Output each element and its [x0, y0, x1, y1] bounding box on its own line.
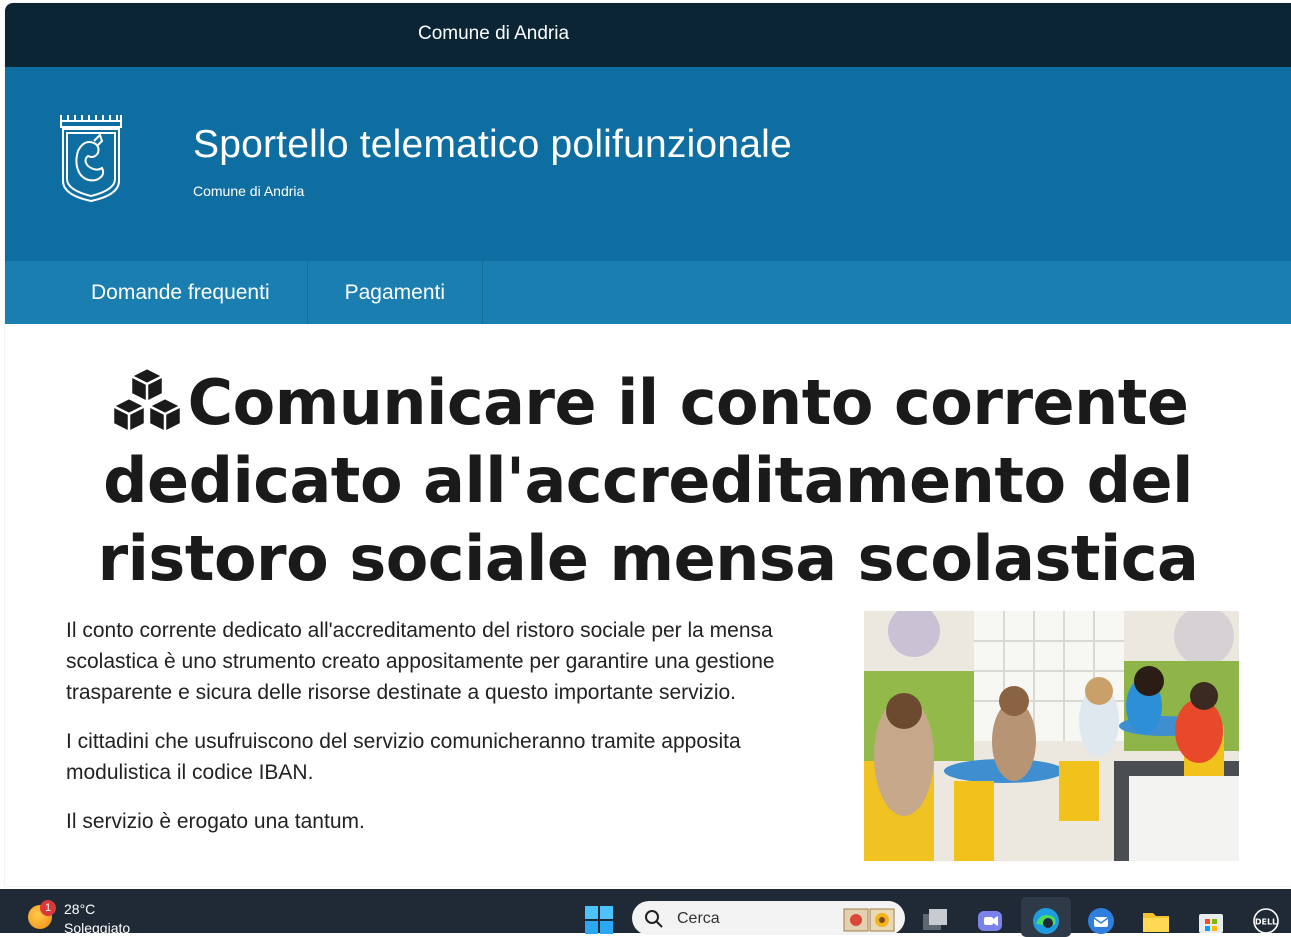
site-header: Sportello telematico polifunzionale Comu… [5, 67, 1291, 261]
teams-icon[interactable] [975, 906, 1005, 936]
search-placeholder: Cerca [677, 910, 720, 927]
taskbar-search[interactable]: Cerca [632, 901, 905, 935]
site-title[interactable]: Sportello telematico polifunzionale [193, 123, 792, 167]
nav-item-payments[interactable]: Pagamenti [308, 261, 484, 324]
page-title: Comunicare il conto corrente dedicato al… [45, 364, 1251, 598]
edge-icon[interactable] [1031, 906, 1061, 936]
nav-item-faq[interactable]: Domande frequenti [5, 261, 308, 324]
main-content: Comunicare il conto corrente dedicato al… [5, 324, 1291, 886]
description-paragraph-2: I cittadini che usufruiscono del servizi… [66, 730, 741, 784]
thunderbird-icon[interactable] [1086, 906, 1116, 936]
weather-condition: Soleggiato [64, 920, 131, 936]
municipality-link[interactable]: Comune di Andria [418, 23, 569, 45]
cubes-icon [111, 366, 182, 434]
file-explorer-icon[interactable] [1141, 906, 1171, 936]
task-view-icon[interactable] [920, 906, 950, 936]
windows-start-icon[interactable] [584, 905, 614, 935]
browser-page: Comune di Andria Sportello telematico po… [5, 3, 1291, 886]
description-paragraph-1: Il conto corrente dedicato all'accredita… [66, 619, 775, 704]
search-icon [645, 910, 663, 928]
description-paragraph-3: Il servizio è erogato una tantum. [66, 810, 365, 833]
page-title-text: Comunicare il conto corrente dedicato al… [97, 366, 1199, 595]
notification-badge: 1 [40, 900, 56, 916]
site-subtitle: Comune di Andria [193, 183, 305, 199]
windows-taskbar: 1 28°C Soleggiato Cerca DELL [0, 889, 1291, 937]
search-highlight-icon[interactable] [842, 907, 896, 933]
main-navigation: Domande frequenti Pagamenti [5, 261, 1291, 324]
weather-temperature: 28°C [64, 901, 96, 917]
svg-text:DELL: DELL [1255, 918, 1277, 927]
children-cafeteria-photo [864, 611, 1239, 861]
dell-icon[interactable]: DELL [1251, 906, 1281, 936]
service-description: Il conto corrente dedicato all'accredita… [66, 615, 826, 855]
top-bar: Comune di Andria [5, 3, 1291, 67]
municipality-crest-icon[interactable] [58, 111, 124, 204]
store-icon[interactable] [1196, 906, 1226, 936]
